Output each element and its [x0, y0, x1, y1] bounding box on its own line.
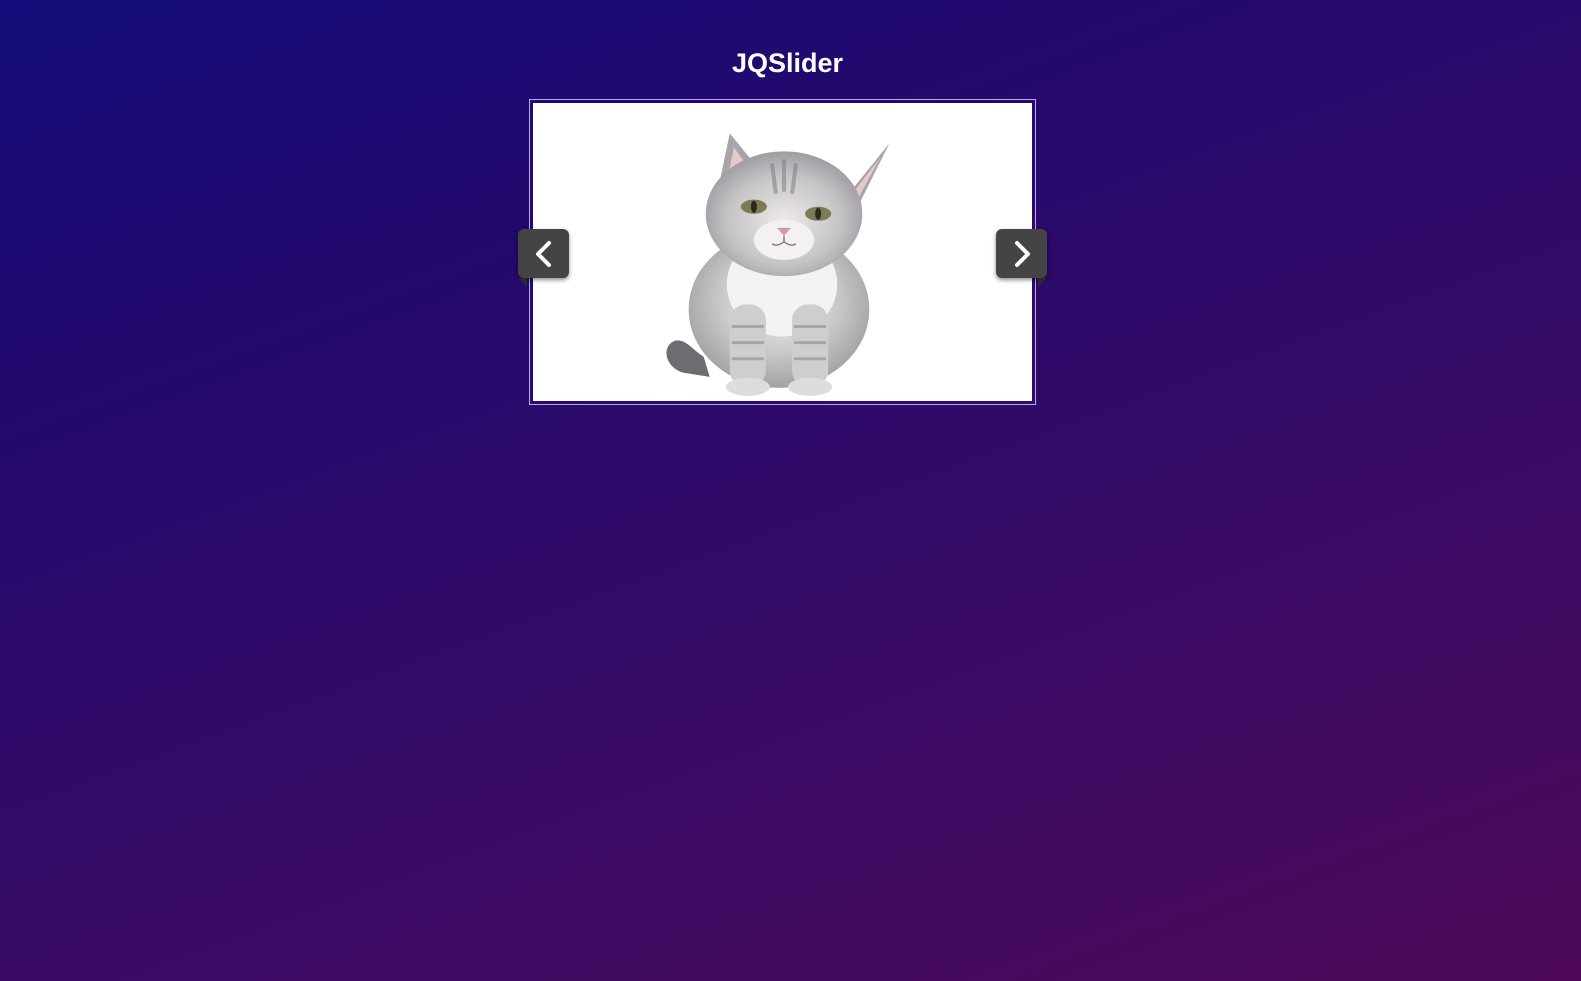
prev-slide-button[interactable]	[518, 229, 569, 287]
next-slide-button[interactable]	[996, 229, 1047, 287]
prev-button-fold	[518, 278, 527, 287]
chevron-left-icon	[535, 240, 551, 267]
chevron-right-icon	[1014, 240, 1030, 267]
next-button-fold	[1038, 278, 1047, 287]
slider-frame	[529, 99, 1036, 405]
page-title: JQSlider	[731, 48, 844, 78]
slide-image-kitten	[666, 133, 890, 396]
slider-viewport	[533, 103, 1032, 401]
